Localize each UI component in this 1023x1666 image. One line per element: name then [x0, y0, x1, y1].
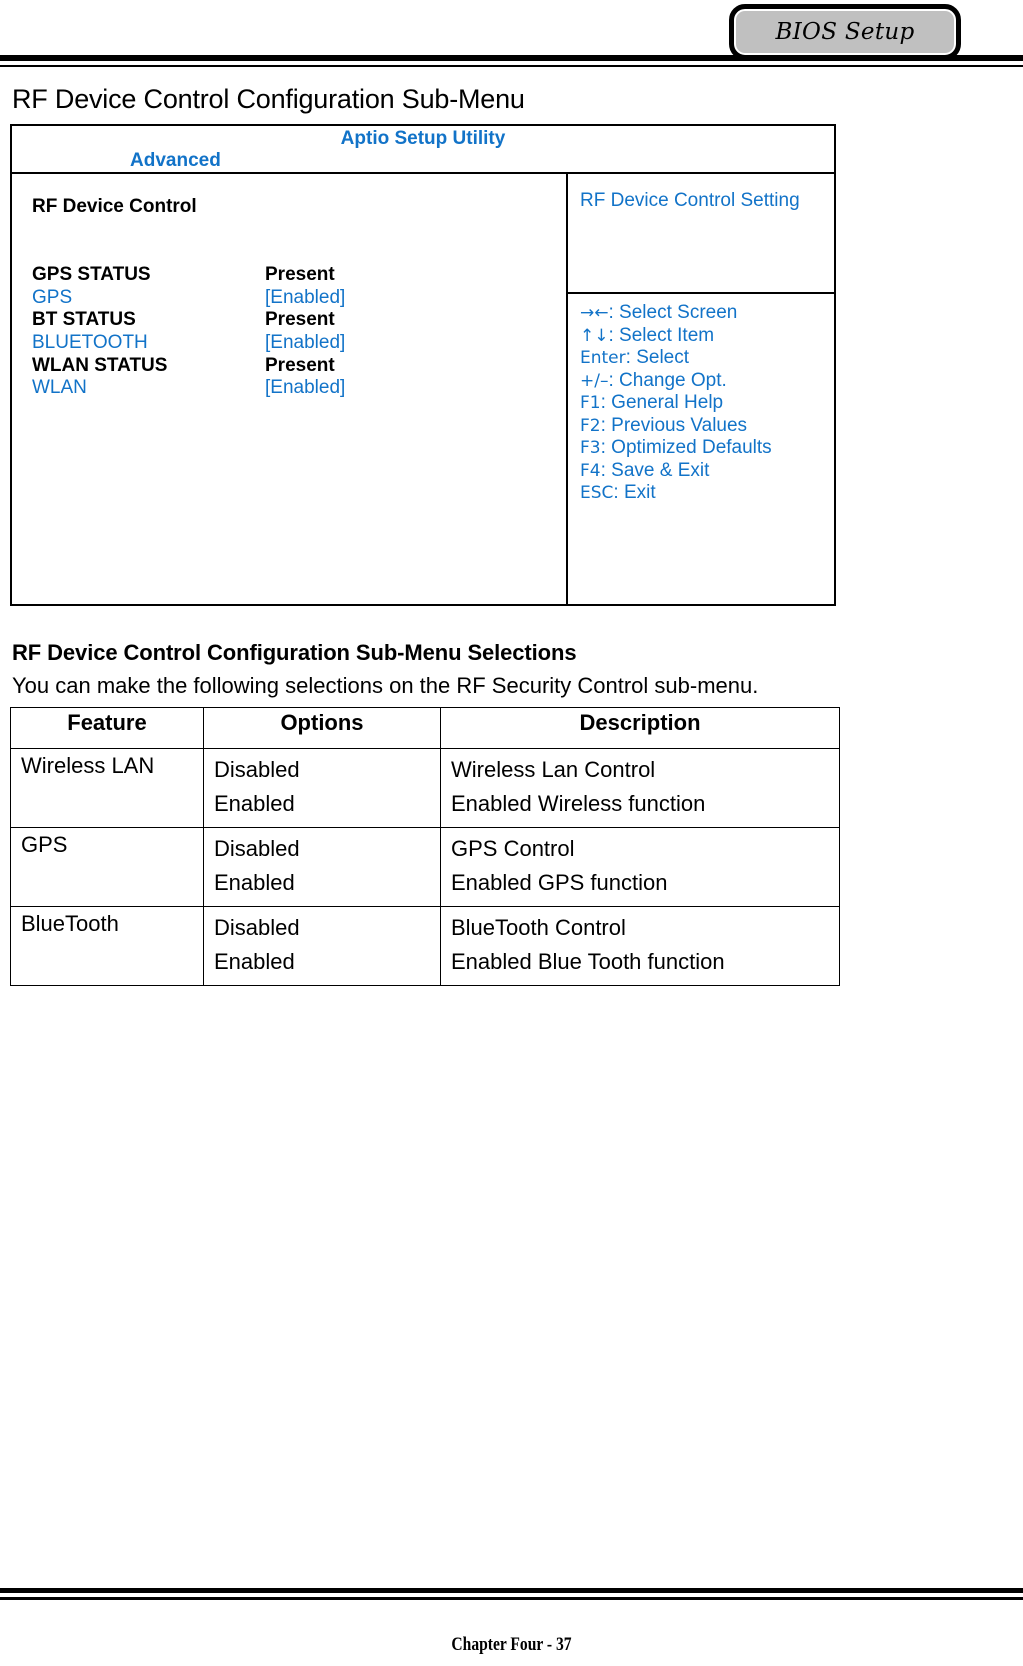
bios-key-action: : Save & Exit [600, 459, 710, 481]
bios-setting-row: GPS STATUS Present [32, 264, 542, 287]
description-line: BlueTooth Control [451, 915, 626, 940]
cell-options: Disabled Enabled [203, 827, 441, 907]
bios-key-glyph: →← [580, 303, 609, 323]
bios-key-glyph: F3 [580, 438, 601, 458]
bios-key-legend-line: ↑↓: Select Item [580, 325, 840, 348]
bios-help-pane: RF Device Control Setting →←: Select Scr… [568, 174, 834, 604]
table-header-row: Feature Options Description [10, 707, 840, 749]
bios-key-legend-line: F3: Optimized Defaults [580, 437, 840, 460]
selections-intro-text: You can make the following selections on… [12, 673, 759, 698]
table-row: BlueTooth Disabled Enabled BlueTooth Contro… [10, 906, 840, 986]
bios-setting-value[interactable]: [Enabled] [265, 377, 345, 399]
column-header-options: Options [203, 707, 441, 749]
bios-key-glyph: F2 [580, 415, 601, 436]
bios-setting-row[interactable]: WLAN [Enabled] [32, 377, 542, 400]
bios-key-legend-line: F2: Previous Values [580, 415, 840, 438]
page-title: RF Device Control Configuration Sub-Menu [12, 84, 525, 114]
bios-key-legend-line: →←: Select Screen [580, 302, 840, 325]
option-line: Enabled [214, 870, 295, 895]
description-line: Enabled Wireless function [451, 791, 706, 816]
bios-setting-value: Present [265, 354, 335, 376]
bios-key-glyph: F4 [580, 460, 601, 481]
page-footer: Chapter Four - 37 [0, 1556, 1023, 1666]
option-line: Disabled [214, 836, 300, 861]
bios-screen: Aptio Setup Utility Advanced RF Device C… [10, 124, 836, 606]
rf-device-control-heading: RF Device Control [32, 196, 197, 217]
bios-key-legend-line: Enter: Select [580, 347, 840, 370]
bios-key-action: : Optimized Defaults [600, 437, 772, 458]
cell-description: Wireless Lan Control Enabled Wireless fun… [440, 748, 840, 828]
selections-table: Feature Options Description Wireless LAN… [10, 707, 840, 986]
bios-setting-label: GPS [32, 286, 73, 308]
page-header: BIOS Setup [0, 0, 1023, 80]
selections-heading: RF Device Control Configuration Sub-Menu… [12, 640, 577, 665]
table-row: GPS Disabled Enabled GPS Control Enabled GPS… [10, 827, 840, 907]
bios-setting-row: WLAN STATUS Present [32, 355, 542, 378]
bios-key-glyph: +/– [580, 370, 609, 391]
cell-feature: GPS [10, 827, 204, 907]
bios-help-description-box: RF Device Control Setting [568, 174, 834, 294]
bios-key-legend-line: F4: Save & Exit [580, 460, 840, 483]
bios-key-action: : Select Screen [608, 302, 738, 323]
bios-setup-tab-label: BIOS Setup [775, 19, 915, 45]
bios-utility-title: Aptio Setup Utility [340, 128, 506, 149]
cell-feature: Wireless LAN [10, 748, 204, 828]
bios-menu-tab-advanced[interactable]: Advanced [130, 150, 221, 172]
bios-setting-label: WLAN STATUS [32, 354, 168, 376]
bios-key-glyph: F1 [580, 393, 601, 413]
option-line: Enabled [214, 949, 295, 974]
bios-setting-value: Present [265, 264, 335, 285]
bios-setting-row[interactable]: GPS [Enabled] [32, 287, 542, 310]
cell-options: Disabled Enabled [203, 906, 441, 986]
cell-description: GPS Control Enabled GPS function [440, 827, 840, 907]
cell-options: Disabled Enabled [203, 748, 441, 828]
bios-key-legend: →←: Select Screen ↑↓: Select Item Enter: S… [580, 302, 840, 505]
description-line: GPS Control [451, 836, 575, 861]
bios-setting-value[interactable]: [Enabled] [265, 332, 345, 354]
bios-key-action: : Select [625, 347, 690, 368]
footer-rule-thin [0, 1597, 1023, 1600]
bios-setting-label: BLUETOOTH [32, 332, 148, 354]
cell-description: BlueTooth Control Enabled Blue Tooth func… [440, 906, 840, 986]
option-line: Enabled [214, 791, 295, 816]
description-line: Enabled Blue Tooth function [451, 949, 725, 974]
bios-key-legend-line: F1: General Help [580, 392, 840, 415]
header-rule-thin [0, 65, 1023, 67]
bios-key-action: : Previous Values [600, 414, 748, 436]
column-header-feature: Feature [10, 707, 204, 749]
bios-key-glyph: ESC [580, 483, 614, 503]
table-row: Wireless LAN Disabled Enabled Wireless Lan … [10, 748, 840, 828]
description-line: Enabled GPS function [451, 870, 668, 895]
bios-key-glyph: Enter [580, 348, 626, 368]
bios-key-action: : Change Opt. [608, 369, 727, 391]
bios-setting-value: Present [265, 309, 335, 331]
bios-body: RF Device Control GPS STATUS Present GPS [E… [12, 174, 834, 604]
bios-settings-pane: RF Device Control GPS STATUS Present GPS [E… [12, 174, 568, 604]
bios-settings-list: GPS STATUS Present GPS [Enabled] BT STATUS Pr… [32, 264, 542, 400]
bios-setting-label: GPS STATUS [32, 264, 151, 285]
selections-table-body: Wireless LAN Disabled Enabled Wireless Lan … [10, 748, 840, 986]
bios-key-action: : Select Item [608, 324, 715, 346]
bios-topbar: Aptio Setup Utility Advanced [12, 126, 834, 174]
bios-setting-row[interactable]: BLUETOOTH [Enabled] [32, 332, 542, 355]
cell-feature: BlueTooth [10, 906, 204, 986]
option-line: Disabled [214, 915, 300, 940]
bios-key-action: : General Help [600, 392, 724, 413]
bios-setting-label: BT STATUS [32, 309, 136, 331]
footer-rule-thick [0, 1588, 1023, 1593]
bios-help-description-text: RF Device Control Setting [580, 190, 800, 211]
description-line: Wireless Lan Control [451, 757, 656, 782]
selections-table-head: Feature Options Description [10, 707, 840, 749]
bios-setting-row: BT STATUS Present [32, 309, 542, 332]
footer-chapter-label: Chapter Four - 37 [451, 1634, 572, 1655]
option-line: Disabled [214, 757, 300, 782]
bios-key-action: : Exit [613, 482, 656, 503]
bios-setting-value[interactable]: [Enabled] [265, 287, 345, 309]
bios-key-glyph: ↑↓ [580, 325, 609, 346]
bios-setting-label: WLAN [32, 377, 87, 399]
bios-setup-tab: BIOS Setup [729, 4, 961, 60]
column-header-description: Description [440, 707, 840, 749]
bios-key-legend-line: ESC: Exit [580, 482, 840, 505]
bios-key-legend-line: +/–: Change Opt. [580, 370, 840, 393]
